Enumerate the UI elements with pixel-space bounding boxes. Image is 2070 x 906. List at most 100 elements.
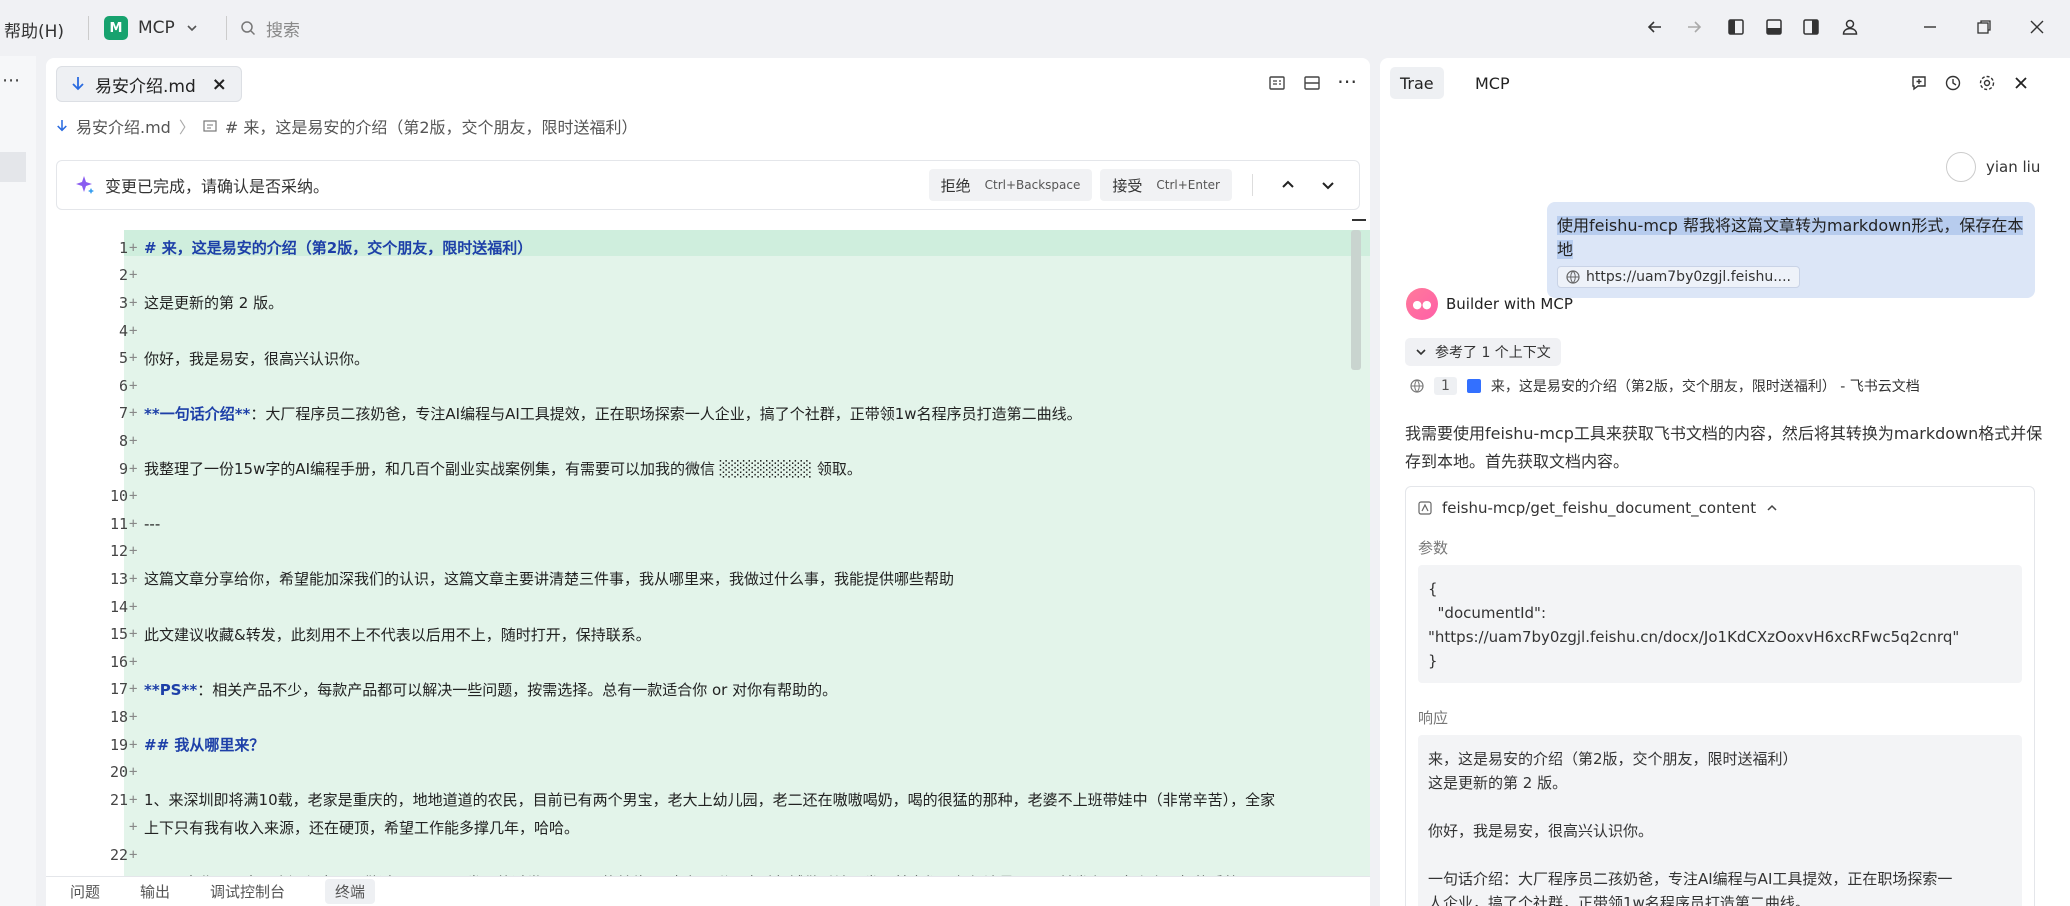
- code-line[interactable]: 10 +: [46, 482, 144, 510]
- accept-shortcut: Ctrl+Enter: [1156, 178, 1220, 192]
- next-change-icon[interactable]: [1313, 170, 1343, 200]
- more-icon[interactable]: ⋯: [2, 70, 20, 91]
- tool-icon: [1418, 501, 1432, 515]
- diff-plus-marker: +: [129, 405, 138, 422]
- account-icon[interactable]: [1835, 12, 1865, 42]
- previous-change-icon[interactable]: [1273, 170, 1303, 200]
- more-actions-icon[interactable]: ⋯: [1332, 66, 1362, 96]
- code-line[interactable]: 15 + 此文建议收藏&转发，此刻用不上不代表以后用不上，随时打开，保持联系。: [46, 620, 651, 648]
- code-line[interactable]: 1 + # 来，这是易安的介绍（第2版，交个朋友，限时送福利）: [46, 234, 532, 262]
- diff-plus-marker: +: [129, 736, 138, 753]
- tool-call-header[interactable]: feishu-mcp/get_feishu_document_content: [1418, 499, 1778, 517]
- toggle-left-panel-icon[interactable]: [1721, 12, 1751, 42]
- response-line: [1428, 795, 2012, 819]
- history-icon[interactable]: [1938, 68, 1968, 98]
- split-editor-icon[interactable]: [1297, 68, 1327, 98]
- code-line[interactable]: 6 +: [46, 372, 144, 400]
- code-line[interactable]: 19 + ## 我从哪里来？: [46, 731, 264, 759]
- reject-button[interactable]: 拒绝 Ctrl+Backspace: [928, 169, 1093, 201]
- heading-symbol-icon: [203, 120, 217, 132]
- response-line: [1428, 843, 2012, 867]
- code-line[interactable]: 8 +: [46, 427, 144, 455]
- code-line[interactable]: 17 + **PS**：相关产品不少，每款产品都可以解决一些问题，按需选择。总有一款…: [46, 676, 837, 704]
- code-line[interactable]: 14 +: [46, 593, 144, 621]
- tab-mcp[interactable]: MCP: [1465, 67, 1520, 99]
- user-message: 使用feishu-mcp 帮我将这篇文章转为markdown形式，保存在本地 h…: [1547, 202, 2035, 298]
- code-text: ---: [144, 514, 161, 533]
- line-number: 18: [109, 707, 128, 726]
- context-link-text: https://uam7by0zgjl.feishu....: [1586, 269, 1791, 285]
- back-arrow-icon[interactable]: [1640, 12, 1670, 42]
- code-text: 我整理了一份15w字的AI编程手册，和几百个副业实战案例集，有需要可以加我的微信…: [144, 460, 862, 479]
- tab-output[interactable]: 输出: [140, 881, 170, 902]
- code-line[interactable]: 12 +: [46, 538, 144, 566]
- diff-plus-marker: +: [129, 626, 138, 643]
- code-text: **PS**：相关产品不少，每款产品都可以解决一些问题，按需选择。总有一款适合你…: [144, 680, 838, 699]
- code-line[interactable]: 22 +: [46, 841, 144, 869]
- download-arrow-icon: [72, 77, 84, 91]
- diff-plus-marker: +: [129, 791, 138, 808]
- context-reference-item[interactable]: 1 来，这是易安的介绍（第2版，交个朋友，限时送福利） - 飞书云文档: [1410, 376, 1920, 396]
- diff-plus-marker: +: [129, 377, 138, 394]
- code-line[interactable]: 5 + 你好，我是易安，很高兴认识你。: [46, 344, 369, 372]
- code-line[interactable]: 11 + ---: [46, 510, 160, 538]
- response-block: 来，这是易安的介绍（第2版，交个朋友，限时送福利） 这是更新的第 2 版。 你好，…: [1418, 735, 2022, 906]
- sidebar-collapsed: ⋯: [0, 56, 36, 906]
- params-line: "https://uam7by0zgjl.feishu.cn/docx/Jo1K…: [1428, 628, 1960, 646]
- tab-problems[interactable]: 问题: [70, 881, 100, 902]
- code-line[interactable]: 2 +: [46, 262, 144, 290]
- new-chat-icon[interactable]: [1904, 68, 1934, 98]
- help-menu[interactable]: 帮助(H): [4, 17, 64, 42]
- breadcrumb-heading[interactable]: # 来，这是易安的介绍（第2版，交个朋友，限时送福利）: [225, 114, 638, 138]
- restore-icon[interactable]: [1969, 12, 1999, 42]
- search-input[interactable]: 搜索: [240, 14, 300, 42]
- line-number: 20: [109, 763, 128, 782]
- overview-ruler-mark: [1352, 219, 1366, 221]
- editor-scrollbar[interactable]: [1351, 230, 1361, 370]
- reject-shortcut: Ctrl+Backspace: [984, 178, 1081, 192]
- diff-plus-marker: +: [129, 570, 138, 587]
- line-number: 22: [109, 845, 128, 864]
- tab-debug-console[interactable]: 调试控制台: [210, 881, 285, 902]
- tab-terminal[interactable]: 终端: [325, 879, 376, 904]
- sparkle-icon: [76, 176, 94, 194]
- toggle-right-panel-icon[interactable]: [1796, 12, 1826, 42]
- code-editor[interactable]: 1 + # 来，这是易安的介绍（第2版，交个朋友，限时送福利） 2 +3 + 这是更新的第 …: [46, 230, 1358, 906]
- code-line[interactable]: 3 + 这是更新的第 2 版。: [46, 289, 283, 317]
- breadcrumb-file[interactable]: 易安介绍.md: [76, 114, 171, 138]
- editor-tab[interactable]: 易安介绍.md ×: [56, 66, 242, 102]
- code-line[interactable]: 13 + 这篇文章分享给你，希望能加深我们的认识，这篇文章主要讲清楚三件事，我从哪里…: [46, 565, 954, 593]
- context-reference-toggle[interactable]: 参考了 1 个上下文: [1405, 338, 1561, 366]
- minimize-icon[interactable]: [1915, 12, 1945, 42]
- diff-plus-marker: +: [129, 239, 138, 256]
- params-block: { "documentId": "https://uam7by0zgjl.feis…: [1418, 565, 2022, 683]
- code-line[interactable]: 9 + 我整理了一份15w字的AI编程手册，和几百个副业实战案例集，有需要可以加我的…: [46, 455, 862, 483]
- divider: [226, 16, 227, 40]
- code-line[interactable]: 16 +: [46, 648, 144, 676]
- forward-arrow-icon[interactable]: [1679, 12, 1709, 42]
- reject-label: 拒绝: [940, 176, 971, 195]
- workspace-switcher[interactable]: M MCP: [104, 14, 199, 42]
- code-text: ## 我从哪里来？: [144, 736, 265, 755]
- diff-plus-marker: +: [129, 294, 138, 311]
- code-line[interactable]: 20 +: [46, 758, 144, 786]
- line-number: 13: [109, 569, 128, 588]
- code-line[interactable]: 7 + **一句话介绍**：大厂程序员二孩奶爸，专注AI编程与AI工具提效，正在职场…: [46, 400, 1082, 428]
- preview-icon[interactable]: [1262, 68, 1292, 98]
- code-line[interactable]: 18 +: [46, 703, 144, 731]
- code-line[interactable]: 21 +1、来深圳即将满10载，老家是重庆的，地地道道的农民，目前已有两个男宝，老…: [46, 786, 1275, 814]
- tab-trae[interactable]: Trae: [1390, 67, 1444, 99]
- close-window-icon[interactable]: [2022, 12, 2052, 42]
- context-link-chip[interactable]: https://uam7by0zgjl.feishu....: [1557, 266, 1800, 288]
- accept-button[interactable]: 接受 Ctrl+Enter: [1100, 169, 1232, 201]
- toggle-bottom-panel-icon[interactable]: [1759, 12, 1789, 42]
- code-line[interactable]: 4 +: [46, 317, 144, 345]
- editor-panel: 易安介绍.md × ⋯ 易安介绍.md 〉 # 来，这是易安的介绍（第2版，交个…: [46, 58, 1370, 906]
- diff-plus-marker: +: [129, 350, 138, 367]
- settings-gear-icon[interactable]: [1972, 68, 2002, 98]
- code-line[interactable]: + 上下只有我有收入来源，还在硬顶，希望工作能多撑几年，哈哈。: [46, 814, 579, 842]
- line-number: 4: [118, 321, 128, 340]
- close-tab-icon[interactable]: ×: [212, 74, 227, 95]
- close-panel-icon[interactable]: [2006, 68, 2036, 98]
- sidebar-selected-item[interactable]: [0, 152, 26, 182]
